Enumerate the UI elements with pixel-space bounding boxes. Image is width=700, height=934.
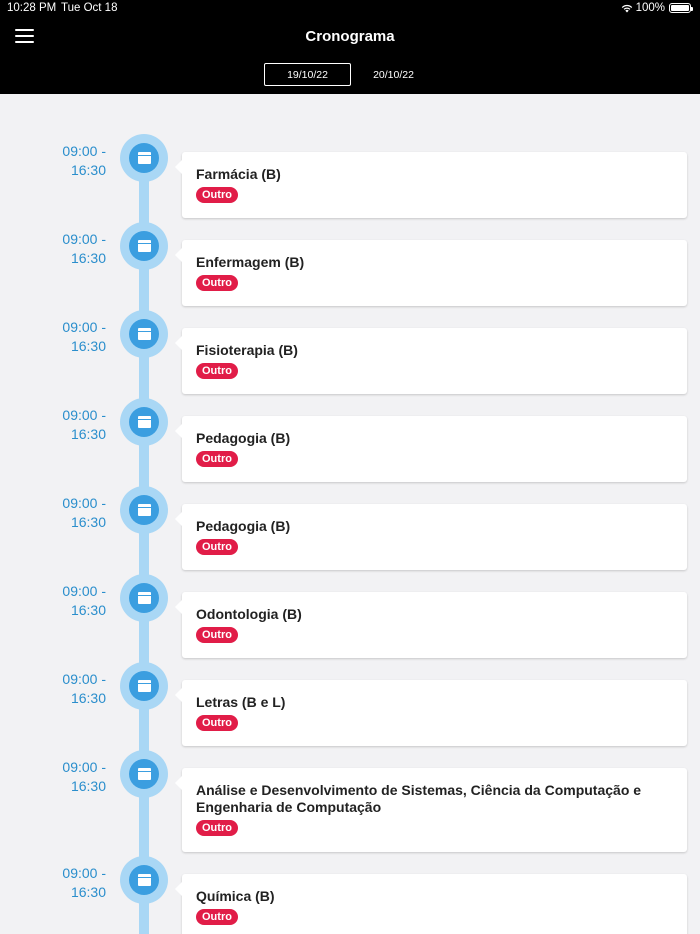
battery-icon [669,3,693,13]
event-tag-badge: Outro [196,820,238,836]
event-title: Letras (B e L) [196,694,286,710]
status-date: Tue Oct 18 [61,2,118,14]
event-card[interactable]: Odontologia (B) Outro [175,592,687,658]
event-tag-badge: Outro [196,451,238,467]
event-card[interactable]: Pedagogia (B) Outro [175,416,687,482]
status-indicators: 100% [621,2,693,14]
battery-percent: 100% [635,2,665,14]
calendar-icon [137,874,151,886]
event-card[interactable]: Análise e Desenvolvimento de Sistemas, C… [175,768,687,852]
timeline-node [120,662,168,710]
calendar-icon [137,416,151,428]
event-title: Fisioterapia (B) [196,342,298,358]
event-time: 09:00 -16:30 [62,319,106,354]
event-time: 09:00 -16:30 [62,865,106,900]
timeline-node [120,750,168,798]
event-tag-badge: Outro [196,909,238,925]
timeline-node [120,310,168,358]
wifi-icon [621,4,632,13]
event-card[interactable]: Farmácia (B) Outro [175,152,687,218]
event-time: 09:00 -16:30 [62,583,106,618]
app-header: 10:28 PM Tue Oct 18 100% Cronograma 19/1… [0,0,700,94]
calendar-icon [137,768,151,780]
event-title: Química (B) [196,888,275,904]
calendar-icon [137,504,151,516]
event-card[interactable]: Pedagogia (B) Outro [175,504,687,570]
event-card[interactable]: Letras (B e L) Outro [175,680,687,746]
event-title: Enfermagem (B) [196,254,305,270]
event-card[interactable]: Química (B) Outro [175,874,687,934]
event-time: 09:00 -16:30 [62,231,106,266]
calendar-icon [137,592,151,604]
event-time: 09:00 -16:30 [62,407,106,442]
tab-date-1[interactable]: 19/10/22 [264,63,351,86]
event-tag-badge: Outro [196,627,238,643]
event-time: 09:00 -16:30 [62,759,106,794]
event-title: Odontologia (B) [196,606,302,622]
calendar-icon [137,152,151,164]
timeline-node [120,222,168,270]
event-tag-badge: Outro [196,539,238,555]
timeline-node [120,574,168,622]
event-title: Análise e Desenvolvimento de Sistemas, C… [196,782,642,815]
event-time: 09:00 -16:30 [62,671,106,706]
event-time: 09:00 -16:30 [62,495,106,530]
timeline-node [120,134,168,182]
calendar-icon [137,680,151,692]
event-card[interactable]: Fisioterapia (B) Outro [175,328,687,394]
event-title: Pedagogia (B) [196,430,291,446]
event-title: Farmácia (B) [196,166,281,182]
event-tag-badge: Outro [196,363,238,379]
timeline-node [120,486,168,534]
event-time: 09:00 -16:30 [62,143,106,178]
calendar-icon [137,240,151,252]
event-card[interactable]: Enfermagem (B) Outro [175,240,687,306]
tab-date-2[interactable]: 20/10/22 [350,63,437,86]
calendar-icon [137,328,151,340]
timeline-node [120,398,168,446]
schedule-timeline: 09:00 -16:30 Farmácia (B) Outro 09:00 -1… [0,94,700,934]
event-tag-badge: Outro [196,187,238,203]
status-time: 10:28 PM [7,2,57,14]
event-tag-badge: Outro [196,275,238,291]
timeline-node [120,856,168,904]
event-tag-badge: Outro [196,715,238,731]
event-title: Pedagogia (B) [196,518,291,534]
page-title: Cronograma [305,28,395,45]
